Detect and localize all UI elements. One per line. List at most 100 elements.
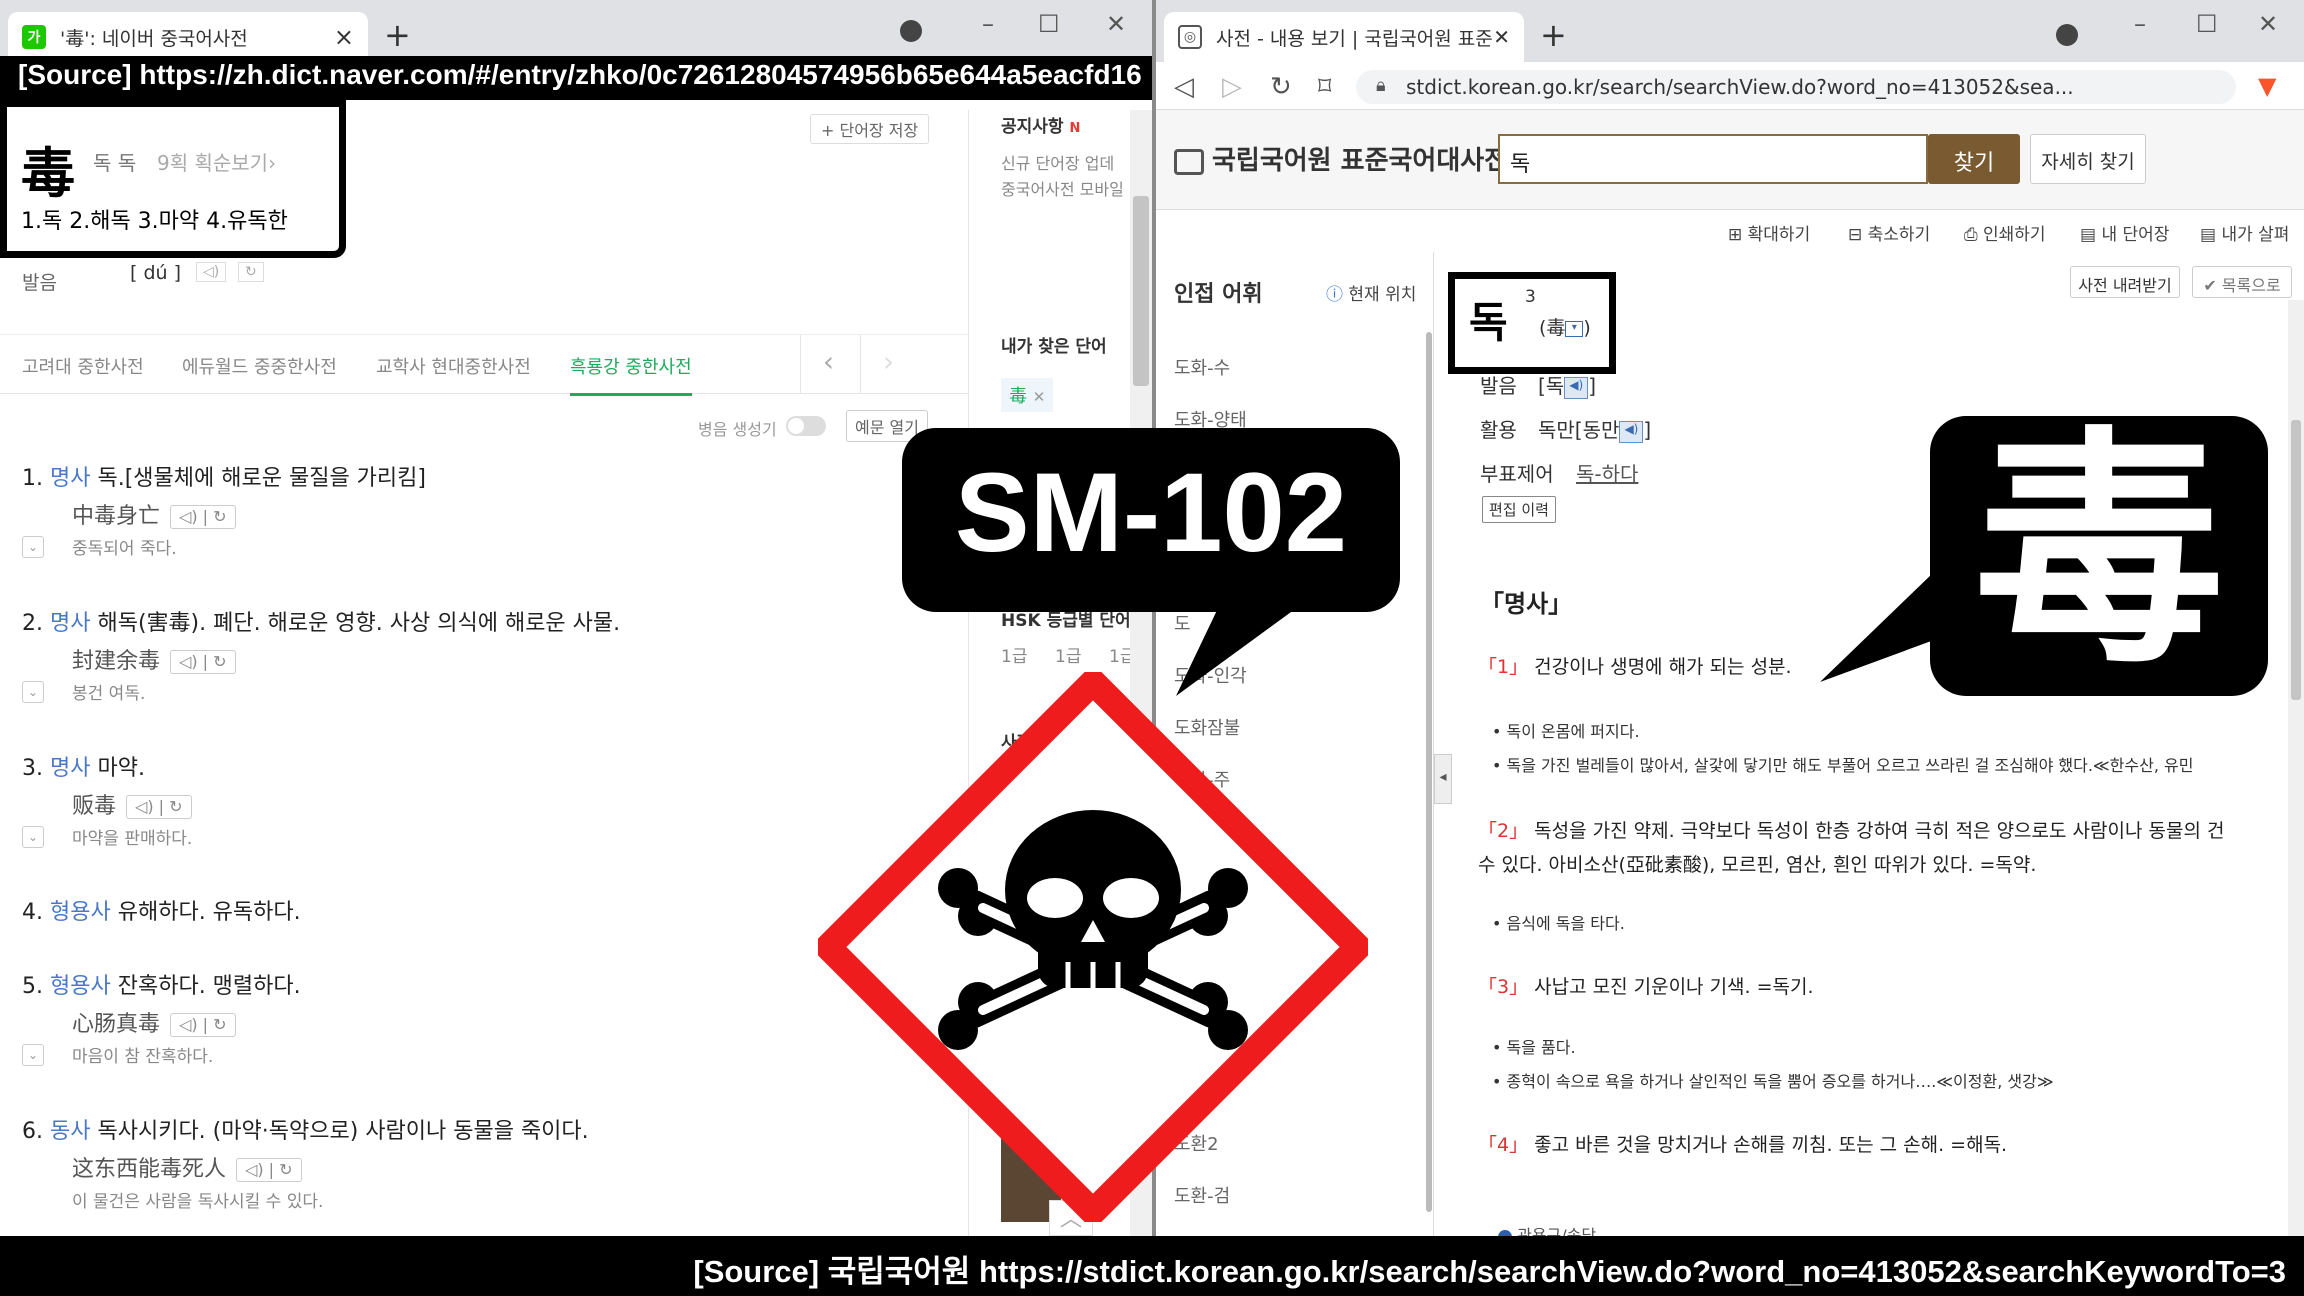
example-audio-icon[interactable]: ◁) | ↻: [170, 505, 236, 529]
stdict-logo[interactable]: 국립국어원 표준국어대사전: [1174, 140, 1508, 177]
search-input-value: 독: [1510, 152, 1531, 177]
headword-reading: 독 독: [93, 151, 137, 175]
pinyin-generator-toggle[interactable]: [786, 416, 826, 436]
left-scrollbar-thumb[interactable]: [1133, 196, 1149, 386]
my-wordbook-button[interactable]: 내 단어장: [2101, 225, 2169, 245]
zoom-in-button[interactable]: 확대하기: [1748, 225, 1811, 245]
reload-icon[interactable]: ↻: [1270, 72, 1292, 102]
notice-new-badge: N: [1069, 121, 1081, 136]
right-browser-tab[interactable]: ◎ 사전 - 내용 보기 | 국립국어원 표준 ✕: [1164, 12, 1524, 62]
right-tab-search-icon[interactable]: [2056, 24, 2078, 46]
back-icon[interactable]: ◁: [1174, 72, 1194, 102]
sense-example: 종혁이 속으로 욕을 하거나 살인적인 독을 뿜어 증오를 하거나….≪이정환,…: [1506, 1072, 2054, 1091]
collapse-panel-icon[interactable]: ◂: [1434, 754, 1452, 804]
right-maximize-icon[interactable]: ☐: [2196, 10, 2218, 38]
example-chinese: 封建余毒: [72, 649, 161, 674]
entry-pos[interactable]: 명사: [50, 466, 90, 491]
print-button[interactable]: 인쇄하기: [1983, 225, 2046, 245]
stdict-favicon-icon: ◎: [1178, 25, 1202, 49]
right-close-icon[interactable]: ✕: [2258, 10, 2278, 38]
tab-korea-univ[interactable]: 고려대 중한사전: [22, 353, 144, 379]
conj-audio-icon[interactable]: ◀): [1619, 420, 1644, 443]
example-korean: 마약을 판매하다.: [72, 829, 193, 849]
bookmark-icon[interactable]: ⌑: [1318, 72, 1331, 102]
nearby-word-item[interactable]: 도화-수: [1174, 354, 1230, 380]
zoom-out-button[interactable]: 축소하기: [1868, 225, 1931, 245]
left-maximize-icon[interactable]: ☐: [1038, 10, 1060, 38]
tab-eduworld[interactable]: 에듀월드 중중한사전: [182, 353, 337, 379]
entry-number: 6.: [22, 1119, 43, 1144]
detail-search-button[interactable]: 자세히 찾기: [2030, 134, 2146, 184]
right-new-tab-icon[interactable]: +: [1540, 16, 1567, 54]
example-chinese: 这东西能毒死人: [72, 1157, 227, 1182]
sense-number: 「4」: [1478, 1134, 1529, 1156]
tabs-prev-icon[interactable]: ‹: [800, 335, 856, 393]
url-field[interactable]: 🔒︎ stdict.korean.go.kr/search/searchView…: [1356, 70, 2236, 104]
found-word-chip[interactable]: 毒: [1009, 386, 1027, 407]
notice-item[interactable]: 중국어사전 모바일: [1001, 176, 1124, 200]
expand-chevron-icon[interactable]: ⌄: [22, 826, 44, 848]
example-audio-icon[interactable]: ◁) | ↻: [170, 1013, 236, 1037]
conj-value: 독만[동만: [1538, 418, 1620, 442]
pron-audio-icon[interactable]: ◀): [1564, 376, 1589, 399]
current-position-button[interactable]: 현재 위치: [1348, 285, 1416, 305]
example-audio-icon[interactable]: ◁) | ↻: [126, 795, 192, 819]
tab-heilongjiang[interactable]: 흑룡강 중한사전: [570, 353, 692, 396]
left-tab-close-icon[interactable]: ×: [334, 23, 354, 51]
left-minimize-icon[interactable]: –: [982, 10, 994, 38]
entry-pos[interactable]: 명사: [50, 756, 90, 781]
headword-char: 毒: [21, 142, 75, 205]
right-address-bar: ◁ ▷ ↻ ⌑ 🔒︎ stdict.korean.go.kr/search/se…: [1156, 62, 2304, 110]
stroke-order-link[interactable]: 9획 획순보기: [157, 151, 268, 175]
save-wordbook-button[interactable]: + 단어장 저장: [810, 114, 930, 144]
headword-box: 毒 독 독 9획 획순보기› 1.독 2.해독 3.마약 4.유독한: [0, 100, 346, 258]
my-view-button[interactable]: 내가 살펴: [2221, 225, 2289, 245]
left-browser-tab[interactable]: 가 '毒': 네이버 중국어사전 ×: [8, 12, 368, 62]
pinyin-value: [ dú ]: [130, 262, 182, 284]
pron-repeat-icon[interactable]: ↻: [238, 262, 264, 282]
expand-chevron-icon[interactable]: ⌄: [22, 1044, 44, 1066]
stdict-search-input[interactable]: 독: [1498, 134, 1928, 184]
ghs-skull-crossbones-icon: [818, 672, 1368, 1222]
right-tab-title: 사전 - 내용 보기 | 국립국어원 표준: [1216, 27, 1493, 50]
pron-value: [독: [1538, 374, 1565, 398]
left-new-tab-icon[interactable]: +: [384, 16, 411, 54]
entry-word-box: 독 3 (毒 ▾): [1448, 272, 1616, 374]
sense-text: 사납고 모진 기운이나 기색. =독기.: [1534, 976, 1814, 998]
pronunciation-label: 발음: [22, 272, 57, 294]
expand-chevron-icon[interactable]: ⌄: [22, 681, 44, 703]
entry-pos[interactable]: 형용사: [50, 974, 111, 999]
back-to-list-button[interactable]: ✔ 목록으로: [2192, 266, 2292, 298]
entry-pos[interactable]: 형용사: [50, 900, 111, 925]
entry-pos[interactable]: 명사: [50, 611, 90, 636]
location-icon: ⓘ: [1326, 285, 1343, 305]
example-audio-icon[interactable]: ◁) | ↻: [236, 1158, 302, 1182]
right-tab-close-icon[interactable]: ✕: [1493, 25, 1510, 49]
right-minimize-icon[interactable]: –: [2134, 10, 2146, 38]
entry-number: 1.: [22, 466, 43, 491]
example-audio-icon[interactable]: ◁) | ↻: [170, 650, 236, 674]
forward-icon[interactable]: ▷: [1222, 72, 1242, 102]
tabs-next-icon[interactable]: ›: [860, 335, 916, 393]
left-tab-search-icon[interactable]: [900, 20, 922, 42]
expand-chevron-icon[interactable]: ⌄: [22, 536, 44, 558]
download-dict-button[interactable]: 사전 내려받기: [2070, 266, 2180, 298]
pron-speaker-icon[interactable]: ◁): [196, 262, 227, 282]
deriv-link[interactable]: 독-하다: [1576, 458, 1638, 487]
notice-item[interactable]: 신규 단어장 업데: [1001, 150, 1114, 174]
entry-homonym-number: 3: [1525, 287, 1536, 307]
tab-kyohaksa[interactable]: 교학사 현대중한사전: [376, 353, 531, 379]
search-button[interactable]: 찾기: [1928, 134, 2020, 184]
entry-number: 2.: [22, 611, 43, 636]
left-close-icon[interactable]: ✕: [1106, 10, 1126, 38]
nearby-scrollbar[interactable]: [1426, 332, 1432, 1212]
entry-definition: 독.[생물체에 해로운 물질을 가리킴]: [97, 466, 426, 491]
edit-history-button[interactable]: 편집 이력: [1482, 496, 1556, 523]
brave-shield-icon[interactable]: ▼: [2258, 72, 2276, 100]
right-scrollbar-thumb[interactable]: [2291, 420, 2301, 700]
hanja-dropdown-icon[interactable]: ▾: [1565, 320, 1584, 337]
stdict-logo-text: 국립국어원 표준국어대사전: [1212, 146, 1509, 176]
chip-remove-icon[interactable]: ✕: [1033, 388, 1046, 406]
poison-char: 毒: [1974, 406, 2224, 697]
entry-pos[interactable]: 동사: [50, 1119, 90, 1144]
